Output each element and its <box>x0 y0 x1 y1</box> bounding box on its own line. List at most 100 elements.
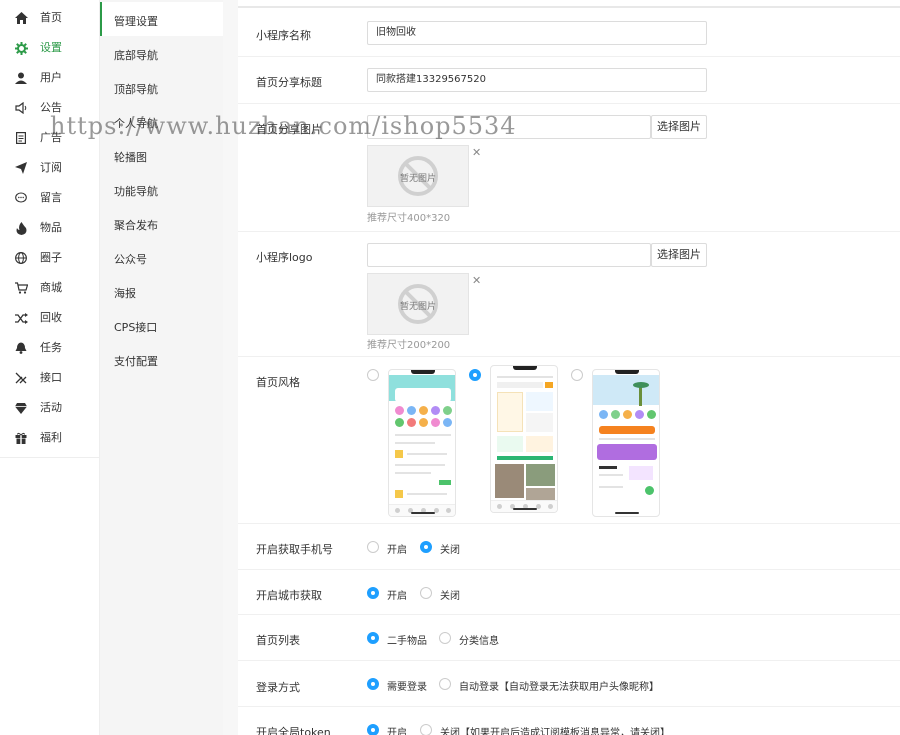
phone-auth-off-label: 关闭 <box>440 545 460 556</box>
logo-hint: 推荐尺寸200*200 <box>367 340 451 351</box>
sidebar-item-label: 任务 <box>40 341 62 354</box>
list-classified-radio[interactable] <box>439 632 451 644</box>
sidebar-item-users[interactable]: 用户 <box>0 63 100 93</box>
sidebar-item-label: 公告 <box>40 101 62 114</box>
share-image-input[interactable] <box>367 115 651 139</box>
style-option-2-preview[interactable] <box>490 365 558 513</box>
style-option-3-radio[interactable] <box>571 369 583 381</box>
subnav-item-feature-nav[interactable]: 功能导航 <box>100 172 223 206</box>
sidebar-item-label: 接口 <box>40 371 62 384</box>
phone-auth-off-radio[interactable] <box>420 541 432 553</box>
logo-input[interactable] <box>367 243 651 267</box>
remove-logo-icon[interactable]: ✕ <box>472 274 481 287</box>
city-on-radio[interactable] <box>367 587 379 599</box>
phone-notch <box>615 370 639 374</box>
sidebar-item-notice[interactable]: 公告 <box>0 93 100 123</box>
sidebar-item-ads[interactable]: 广告 <box>0 123 100 153</box>
speaker-icon <box>14 101 28 115</box>
share-title-input[interactable]: 同款搭建13329567520 <box>367 68 707 92</box>
subnav-item-poster[interactable]: 海报 <box>100 274 223 308</box>
phone-auth-on-radio[interactable] <box>367 541 379 553</box>
sidebar-item-label: 福利 <box>40 431 62 444</box>
city-on-label: 开启 <box>387 591 407 602</box>
subnav-item-label: CPS接口 <box>114 321 158 334</box>
phone-home-indicator <box>411 512 435 514</box>
app-name-input[interactable]: 旧物回收 <box>367 21 707 45</box>
subnav-item-manage-settings[interactable]: 管理设置 <box>100 2 223 36</box>
style-option-1-radio[interactable] <box>367 369 379 381</box>
app-name-label: 小程序名称 <box>256 29 311 42</box>
preview-search-button <box>545 382 553 388</box>
remove-share-image-icon[interactable]: ✕ <box>472 146 481 159</box>
preview-line <box>599 438 655 440</box>
share-title-label: 首页分享标题 <box>256 76 322 89</box>
sidebar-item-goods[interactable]: 物品 <box>0 213 100 243</box>
subnav-item-label: 管理设置 <box>114 15 158 28</box>
preview-photo <box>495 464 524 498</box>
list-secondhand-radio[interactable] <box>367 632 379 644</box>
logo-preview: 暂无图片 <box>367 273 469 335</box>
token-on-radio[interactable] <box>367 724 379 735</box>
sidebar-item-events[interactable]: 活动 <box>0 393 100 423</box>
tools-icon <box>14 371 28 385</box>
form-row-share-title: 首页分享标题 同款搭建13329567520 <box>238 57 900 104</box>
token-off-radio[interactable] <box>420 724 432 735</box>
phone-auth-label: 开启获取手机号 <box>256 543 333 556</box>
sidebar-item-welfare[interactable]: 福利 <box>0 423 100 453</box>
style-option-1-preview[interactable] <box>388 369 456 517</box>
phone-home-indicator <box>513 508 537 510</box>
sidebar-item-subscribe[interactable]: 订阅 <box>0 153 100 183</box>
share-image-hint: 推荐尺寸400*320 <box>367 213 451 224</box>
login-auto-label: 自动登录【自动登录无法获取用户头像昵称】 <box>459 682 659 693</box>
cart-icon <box>14 281 28 295</box>
preview-action-bar <box>599 426 655 434</box>
token-on-label: 开启 <box>387 728 407 735</box>
choose-share-image-button[interactable]: 选择图片 <box>651 115 707 139</box>
sidebar-item-settings[interactable]: 设置 <box>0 33 100 63</box>
panel-top-border <box>238 6 900 8</box>
sidebar-item-tasks[interactable]: 任务 <box>0 333 100 363</box>
style-option-3-preview[interactable] <box>592 369 660 517</box>
subnav-item-aggregate-publish[interactable]: 聚合发布 <box>100 206 223 240</box>
app-root: 首页 设置 用户 公告 广告 订阅 留言 物品 圈子 商城 回收 任务 接口 活… <box>0 0 900 735</box>
sidebar-item-api[interactable]: 接口 <box>0 363 100 393</box>
gift-icon <box>14 431 28 445</box>
preview-line <box>599 486 623 488</box>
preview-tag <box>439 480 451 485</box>
home-list-label: 首页列表 <box>256 634 300 647</box>
subnav-item-official-account[interactable]: 公众号 <box>100 240 223 274</box>
sidebar-item-recycle[interactable]: 回收 <box>0 303 100 333</box>
subnav-item-label: 底部导航 <box>114 49 158 62</box>
choose-logo-button[interactable]: 选择图片 <box>651 243 707 267</box>
subnav-item-label: 支付配置 <box>114 355 158 368</box>
login-auto-radio[interactable] <box>439 678 451 690</box>
subnav-item-top-nav[interactable]: 顶部导航 <box>100 70 223 104</box>
phone-notch <box>513 366 537 370</box>
token-label: 开启全局token <box>256 726 331 735</box>
sidebar-item-circle[interactable]: 圈子 <box>0 243 100 273</box>
sidebar-item-messages[interactable]: 留言 <box>0 183 100 213</box>
preview-icon-grid <box>599 410 656 419</box>
preview-tabs <box>497 456 553 460</box>
subnav-item-label: 海报 <box>114 287 136 300</box>
preview-line <box>407 453 447 455</box>
city-off-label: 关闭 <box>440 591 460 602</box>
preview-card <box>497 392 523 432</box>
city-off-radio[interactable] <box>420 587 432 599</box>
subnav-item-label: 顶部导航 <box>114 83 158 96</box>
bell-icon <box>14 341 28 355</box>
subnav-item-bottom-nav[interactable]: 底部导航 <box>100 36 223 70</box>
subnav-item-cps-api[interactable]: CPS接口 <box>100 308 223 342</box>
preview-avatar <box>395 450 403 458</box>
sidebar-item-home[interactable]: 首页 <box>0 3 100 33</box>
main-content: 小程序名称 旧物回收 首页分享标题 同款搭建13329567520 首页分享图片… <box>223 0 900 735</box>
sidebar-item-label: 用户 <box>40 71 62 84</box>
paper-plane-icon <box>14 161 28 175</box>
style-option-2-radio[interactable] <box>469 369 481 381</box>
subnav-item-personal-nav[interactable]: 个人导航 <box>100 104 223 138</box>
login-required-radio[interactable] <box>367 678 379 690</box>
subnav-item-payment-config[interactable]: 支付配置 <box>100 342 223 376</box>
subnav-item-carousel[interactable]: 轮播图 <box>100 138 223 172</box>
sidebar-item-mall[interactable]: 商城 <box>0 273 100 303</box>
list-secondhand-label: 二手物品 <box>387 636 427 647</box>
